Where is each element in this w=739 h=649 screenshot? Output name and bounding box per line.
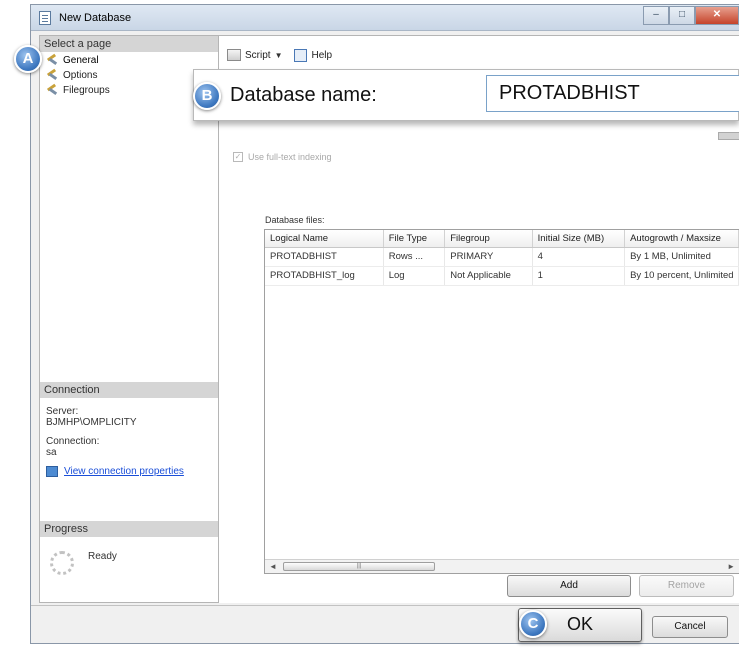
database-name-label: Database name: [230,84,377,106]
page-item-label: General [63,55,99,66]
table-cell[interactable]: PRIMARY [444,247,533,267]
table-cell[interactable]: By 1 MB, Unlimited [624,247,739,267]
page-item-label: Options [63,70,98,81]
table-cell[interactable]: Not Applicable [444,266,533,286]
properties-icon [46,466,58,477]
remove-button[interactable]: Remove [639,575,734,597]
help-label: Help [311,49,333,61]
minimize-button[interactable]: – [643,6,669,25]
title-bar: New Database – □ ✕ [31,5,739,31]
table-cell[interactable]: 4 [532,247,626,267]
wrench-icon [46,55,59,66]
view-connection-properties[interactable]: View connection properties [46,466,212,477]
select-page-header: Select a page [40,36,218,52]
cancel-button[interactable]: Cancel [652,616,728,638]
maximize-button[interactable]: □ [669,6,695,25]
connection-value: sa [46,447,57,458]
connection-section: Connection Server: BJMHP\OMPLICITY Conne… [40,382,218,485]
chevron-down-icon: ▼ [274,50,283,60]
close-button[interactable]: ✕ [695,6,739,25]
table-header-row: Logical Name File Type Filegroup Initial… [265,230,739,248]
table-cell[interactable]: PROTADBHIST [265,247,384,267]
column-header[interactable]: File Type [383,230,446,248]
table-row[interactable]: PROTADBHIST Rows ... PRIMARY 4 By 1 MB, … [265,247,739,267]
owner-area: ✓ Use full-text indexing [227,132,739,186]
database-name-input[interactable]: PROTADBHIST [486,75,739,112]
table-cell[interactable]: Log [383,266,446,286]
owner-browse-button[interactable] [718,132,739,140]
table-row[interactable]: PROTADBHIST_log Log Not Applicable 1 By … [265,266,739,286]
add-button[interactable]: Add [507,575,631,597]
progress-section: Progress Ready [40,521,218,597]
fulltext-label: Use full-text indexing [248,152,332,162]
fulltext-checkbox[interactable]: ✓ [233,152,243,162]
wrench-icon [46,70,59,81]
script-label: Script [245,49,271,61]
progress-body: Ready [40,537,218,597]
database-name-row: Database name: PROTADBHIST [193,69,739,121]
column-header[interactable]: Filegroup [444,230,533,248]
script-button[interactable]: Script ▼ [227,49,282,61]
progress-header: Progress [40,521,218,537]
page-selector-pane: Select a page General Options Filegroups… [39,35,219,603]
progress-status: Ready [88,551,117,562]
horizontal-scrollbar[interactable]: ◄ ||| ► [265,559,739,573]
callout-a-badge: A [14,45,42,73]
connection-header: Connection [40,382,218,398]
files-table: Logical Name File Type Filegroup Initial… [265,230,739,286]
callout-b-badge: B [193,82,221,110]
database-icon [39,11,51,25]
window-title: New Database [59,12,132,24]
column-header[interactable]: Autogrowth / Maxsize [624,230,739,248]
scroll-left-icon[interactable]: ◄ [269,562,277,571]
help-button[interactable]: Help [294,48,333,62]
callout-c-badge: C [519,610,547,638]
page-list: General Options Filegroups [40,52,218,98]
connection-label: Connection: [46,436,100,447]
table-cell[interactable]: 1 [532,266,626,286]
script-icon [227,49,241,61]
column-header[interactable]: Initial Size (MB) [532,230,626,248]
help-icon [294,48,308,62]
database-files-grid[interactable]: Logical Name File Type Filegroup Initial… [264,229,739,574]
table-cell[interactable]: By 10 percent, Unlimited [624,266,739,286]
page-item-label: Filegroups [63,85,110,96]
server-value: BJMHP\OMPLICITY [46,417,137,428]
window-controls: – □ ✕ [643,6,739,25]
server-label: Server: [46,406,79,417]
wrench-icon [46,85,59,96]
column-header[interactable]: Logical Name [265,230,384,248]
scroll-thumb[interactable]: ||| [283,562,435,571]
view-connection-properties-link[interactable]: View connection properties [64,466,184,477]
scroll-right-icon[interactable]: ► [727,562,735,571]
table-cell[interactable]: PROTADBHIST_log [265,266,384,286]
progress-spinner-icon [50,551,74,575]
connection-details: Server: BJMHP\OMPLICITY Connection: sa V… [40,398,218,485]
fulltext-option: ✓ Use full-text indexing [233,152,332,162]
table-cell[interactable]: Rows ... [383,247,446,267]
page-item-general[interactable]: General [46,53,218,68]
database-files-label: Database files: [265,215,325,225]
